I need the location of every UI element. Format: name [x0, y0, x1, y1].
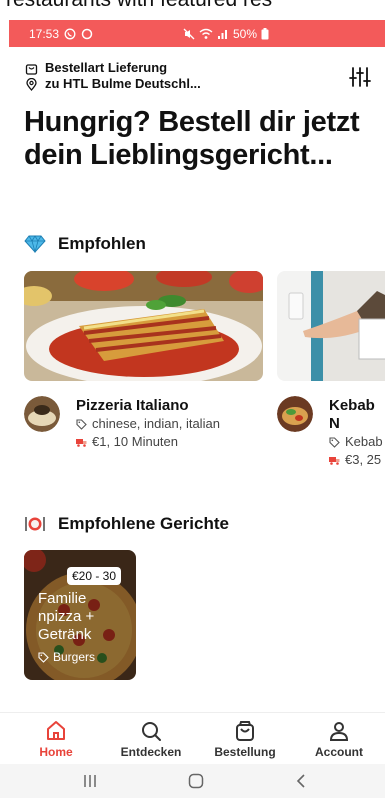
recent-apps-icon[interactable]	[82, 774, 98, 788]
system-navigation-bar	[0, 764, 385, 798]
dish-price-badge: €20 - 30	[67, 567, 122, 585]
delivery-address: zu HTL Bulme Deutschl...	[45, 76, 201, 91]
filter-button[interactable]	[347, 64, 373, 90]
tag-icon	[329, 436, 340, 448]
tag-icon	[38, 651, 49, 663]
dish-card-family-pizza[interactable]: €20 - 30 Familie npizza + Getränk Burger…	[24, 550, 136, 680]
delivery-mode: Bestellart Lieferung	[45, 60, 168, 75]
battery-percent: 50%	[233, 27, 258, 41]
dish-category: Burgers	[53, 650, 96, 664]
lasagna-photo	[24, 271, 263, 381]
battery-icon	[261, 28, 269, 40]
mute-icon	[183, 28, 195, 40]
bag-icon	[25, 63, 38, 75]
restaurant-image-pizzeria-italiano[interactable]	[24, 271, 263, 381]
restaurant-card-pizzeria-italiano[interactable]: Pizzeria Italiano chinese, indian, itali…	[76, 397, 220, 451]
delivery-scooter-icon	[329, 456, 340, 465]
nav-bestellung[interactable]: Bestellung	[200, 719, 290, 759]
signal-icon	[218, 30, 227, 39]
home-icon	[47, 721, 65, 740]
delivery-photo	[277, 271, 385, 381]
back-icon[interactable]	[295, 774, 307, 788]
nav-entdecken[interactable]: Entdecken	[106, 719, 196, 759]
restaurant-name: Pizzeria Italiano	[76, 397, 189, 414]
restaurant-avatar-kebab	[277, 396, 313, 432]
clipped-header-text: restaurants with featured res	[0, 0, 385, 20]
diamond-icon	[24, 235, 46, 253]
status-bar: 17:53 50%	[9, 20, 385, 47]
plate-cutlery-icon	[25, 517, 45, 531]
whatsapp-icon	[64, 28, 76, 40]
shopping-bag-icon	[236, 721, 254, 741]
status-time: 17:53	[29, 27, 60, 41]
delivery-fee-time: €3, 25	[345, 452, 382, 467]
delivery-selector[interactable]: Bestellart Lieferung zu HTL Bulme Deutsc…	[25, 60, 345, 92]
wifi-icon	[199, 28, 213, 39]
restaurant-image-kebab[interactable]	[277, 271, 385, 381]
restaurant-card-kebab[interactable]: Kebab N Kebab €3, 25	[329, 397, 385, 469]
home-button-icon[interactable]	[188, 773, 204, 789]
search-icon	[142, 722, 161, 741]
tag-icon	[76, 418, 87, 430]
restaurant-name: Kebab N	[329, 397, 375, 432]
delivery-scooter-icon	[76, 438, 87, 447]
bottom-navigation: Home Entdecken Bestellung Account	[0, 712, 385, 765]
page-headline: Hungrig? Bestell dir jetzt dein Liebling…	[24, 106, 360, 171]
restaurant-tags: Kebab	[345, 434, 383, 449]
user-icon	[329, 722, 349, 741]
delivery-fee-time: €1, 10 Minuten	[92, 434, 179, 449]
sliders-icon	[349, 67, 371, 87]
ring-icon	[81, 28, 93, 40]
recommended-section-title: Empfohlen	[24, 234, 146, 254]
nav-account[interactable]: Account	[294, 719, 384, 759]
dishes-section-title: Empfohlene Gerichte	[24, 514, 229, 534]
restaurant-avatar-pizzeria-italiano	[24, 396, 60, 432]
dish-name: Familie npizza + Getränk	[38, 590, 95, 643]
nav-home[interactable]: Home	[11, 719, 101, 759]
restaurant-tags: chinese, indian, italian	[92, 416, 220, 431]
location-pin-icon	[26, 77, 37, 91]
